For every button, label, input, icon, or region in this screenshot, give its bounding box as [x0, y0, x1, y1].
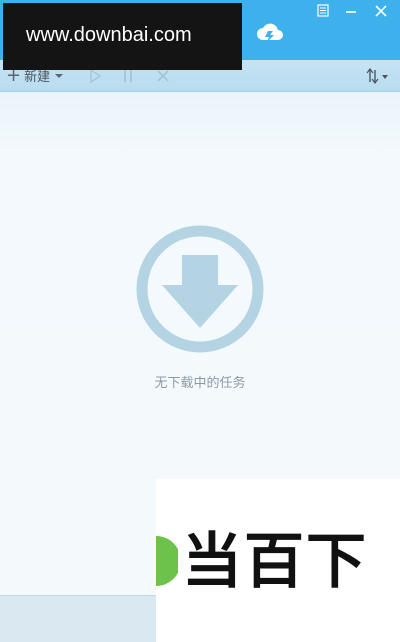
watermark: www.downbai.com	[3, 3, 242, 70]
logo-text: 当百下	[182, 527, 368, 597]
empty-state-text: 无下载中的任务	[154, 376, 246, 391]
chevron-down-icon[interactable]	[55, 73, 64, 79]
minimize-icon[interactable]	[340, 0, 362, 22]
sort-icon[interactable]	[364, 67, 392, 85]
logo-icon	[156, 536, 178, 586]
close-icon[interactable]	[370, 0, 392, 22]
menu-icon[interactable]	[312, 0, 334, 22]
download-arrow-circle-icon	[135, 224, 265, 354]
cloud-sync-icon[interactable]	[256, 18, 284, 48]
